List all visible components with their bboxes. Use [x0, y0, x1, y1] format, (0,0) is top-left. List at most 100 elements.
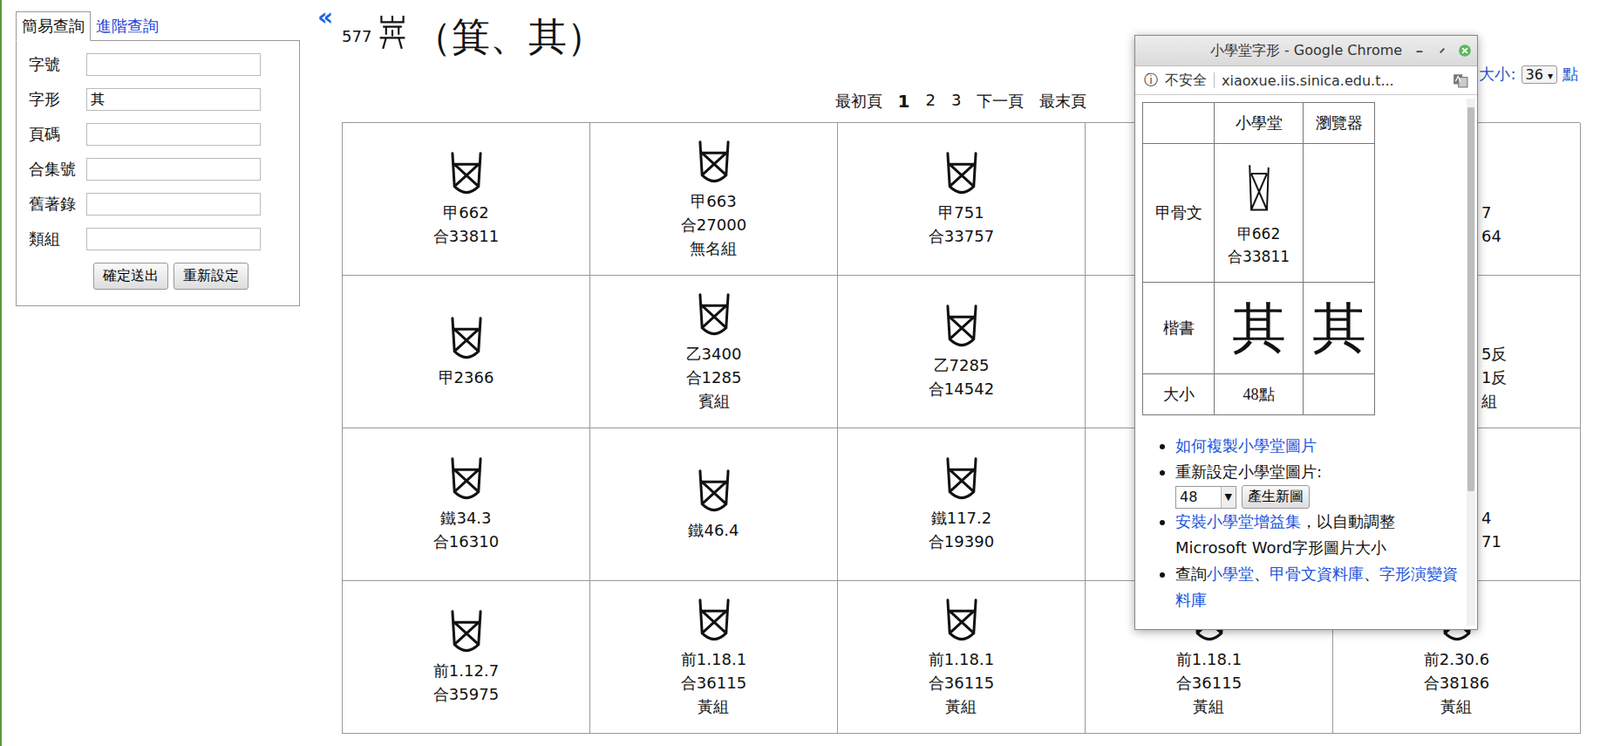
oracle-bone-glyph-icon	[446, 607, 487, 659]
glyph-cell[interactable]: 鐵34.3合16310	[342, 428, 591, 581]
field-input[interactable]	[86, 157, 261, 181]
glyph-label: 64	[1481, 224, 1580, 248]
help-item: 查詢小學堂、甲骨文資料庫、字形演變資料庫	[1175, 560, 1462, 613]
scrollbar-thumb[interactable]	[1467, 107, 1475, 491]
glyph-label: 賓組	[686, 388, 743, 413]
popup-content: 小學堂瀏覽器甲骨文甲662合33811楷書其其大小48點如何複製小學堂圖片重新設…	[1135, 95, 1478, 629]
dropdown-arrow[interactable]: ▼	[1220, 486, 1236, 508]
field-input[interactable]	[86, 88, 261, 111]
copy-link[interactable]: 如何複製小學堂圖片	[1175, 435, 1317, 455]
glyph-labels: 前2.30.6合38186黃組	[1423, 646, 1490, 718]
separator: 、	[1363, 564, 1380, 583]
glyph-label: 黃組	[1423, 694, 1490, 718]
glyph-cell[interactable]: 乙7285合14542	[837, 275, 1086, 429]
field-input[interactable]	[86, 192, 261, 216]
query-link[interactable]: 甲骨文資料庫	[1269, 564, 1364, 583]
glyph-label: 乙7285	[928, 353, 995, 377]
page-link[interactable]: 1	[898, 90, 911, 112]
size-select[interactable]: 36 ▾	[1521, 65, 1558, 84]
minimize-icon[interactable]	[1412, 43, 1427, 58]
glyph-labels: 前1.18.1合36115黃組	[1176, 646, 1242, 718]
generate-button[interactable]: 產生新圖	[1241, 484, 1310, 509]
size-input[interactable]: 48▼	[1175, 485, 1237, 509]
glyph-cell[interactable]: 甲662合33811	[342, 122, 591, 276]
glyph-cell[interactable]: 前1.18.1合36115黃組	[590, 580, 838, 734]
form-button[interactable]: 確定送出	[93, 262, 169, 290]
entry-number: 577	[341, 27, 372, 46]
glyph-labels: 甲2366	[438, 365, 495, 389]
field-input[interactable]	[86, 227, 261, 251]
field-label: 合集號	[28, 158, 87, 180]
form-field: 合集號	[28, 157, 287, 181]
translate-icon[interactable]	[1452, 72, 1469, 89]
glyph-cell[interactable]: 前1.12.7合35975	[342, 580, 591, 734]
glyph-labels: 前1.18.1合36115黃組	[680, 646, 747, 718]
browser-cell	[1303, 374, 1376, 416]
glyph-label: 合27000	[680, 212, 747, 237]
install-link[interactable]: 安裝小學堂增益集	[1175, 511, 1301, 531]
page-link[interactable]: 最初頁	[835, 90, 883, 112]
glyph-label: 黃組	[928, 694, 995, 718]
table-row-label: 大小	[1143, 374, 1215, 416]
glyph-label: 甲662	[433, 200, 499, 225]
page-link[interactable]: 3	[951, 90, 961, 112]
oracle-bone-glyph-icon	[941, 149, 982, 201]
table-header	[1143, 102, 1215, 144]
glyph-label: 甲663	[680, 189, 747, 213]
xiaoxue-cell: 甲662合33811	[1214, 143, 1304, 283]
tab-bar: 簡易查詢進階查詢	[15, 10, 300, 41]
maximize-icon[interactable]	[1435, 43, 1450, 58]
glyph-cell[interactable]: 前1.18.1合36115黃組	[837, 580, 1086, 734]
page-link[interactable]: 最末頁	[1039, 90, 1087, 112]
page-link[interactable]: 下一頁	[976, 90, 1024, 112]
tab[interactable]: 進階查詢	[90, 12, 164, 41]
glyph-labels: 甲663合27000無名組	[680, 189, 747, 260]
table-row-label: 楷書	[1143, 282, 1215, 375]
help-item: 安裝小學堂增益集，以自動調整 Microsoft Word字形圖片大小	[1175, 508, 1462, 561]
ancient-character-icon	[376, 12, 409, 53]
glyph-cell[interactable]: 鐵117.2合19390	[837, 428, 1086, 581]
query-link[interactable]: 小學堂	[1206, 564, 1254, 583]
glyph-label: 組	[1481, 388, 1580, 413]
tab[interactable]: 簡易查詢	[15, 11, 91, 41]
help-item: 重新設定小學堂圖片: 48▼產生新圖	[1175, 458, 1462, 509]
xiaoxue-cell: 48點	[1214, 374, 1304, 416]
field-label: 字形	[28, 88, 87, 110]
glyph-cell[interactable]: 乙3400合1285賓組	[590, 275, 838, 429]
glyph-label: 合36115	[1176, 670, 1242, 695]
window-controls	[1412, 43, 1472, 58]
field-input[interactable]	[86, 53, 261, 76]
oracle-bone-glyph-icon	[941, 596, 982, 647]
collapse-button[interactable]: «	[317, 5, 344, 30]
form-field: 字號	[28, 53, 287, 76]
page-link[interactable]: 2	[925, 90, 936, 112]
form-button[interactable]: 重新設定	[173, 262, 249, 290]
info-icon[interactable]: ⓘ	[1143, 71, 1158, 90]
address-bar[interactable]: ⓘ不安全xiaoxue.iis.sinica.edu.t...	[1135, 66, 1478, 96]
glyph-cell[interactable]: 甲2366	[342, 275, 591, 429]
window-titlebar[interactable]: 小學堂字形 - Google Chrome	[1135, 35, 1478, 67]
security-label: 不安全	[1164, 71, 1207, 90]
oracle-bone-glyph-icon	[446, 455, 487, 506]
glyph-label: 前1.18.1	[1176, 646, 1242, 671]
window-title: 小學堂字形 - Google Chrome	[1210, 41, 1403, 61]
table-row-label: 甲骨文	[1143, 143, 1215, 283]
close-icon[interactable]	[1457, 43, 1472, 58]
xiaoxue-value: 48點	[1243, 383, 1275, 405]
glyph-label: 無名組	[680, 236, 747, 260]
oracle-bone-glyph-icon	[694, 138, 735, 190]
glyph-cell[interactable]: 鐵46.4	[590, 428, 838, 581]
glyph-label: 1反	[1481, 365, 1580, 389]
glyph-labels: 鐵46.4	[687, 517, 739, 542]
glyph-label: 前1.18.1	[928, 646, 995, 671]
scrollbar[interactable]	[1466, 98, 1476, 626]
glyph-labels: 前1.18.1合36115黃組	[928, 646, 995, 718]
oracle-bone-glyph-icon	[941, 455, 982, 506]
popup-window: 小學堂字形 - Google Chromeⓘ不安全xiaoxue.iis.sin…	[1134, 34, 1478, 630]
field-input[interactable]	[86, 122, 261, 146]
glyph-label: 乙3400	[686, 341, 743, 366]
glyph-cell[interactable]: 甲663合27000無名組	[590, 122, 838, 276]
glyph-cell[interactable]: 甲751合33757	[837, 122, 1086, 276]
glyph-label: 合1285	[686, 365, 743, 389]
reset-label: 重新設定小學堂圖片:	[1175, 462, 1322, 481]
